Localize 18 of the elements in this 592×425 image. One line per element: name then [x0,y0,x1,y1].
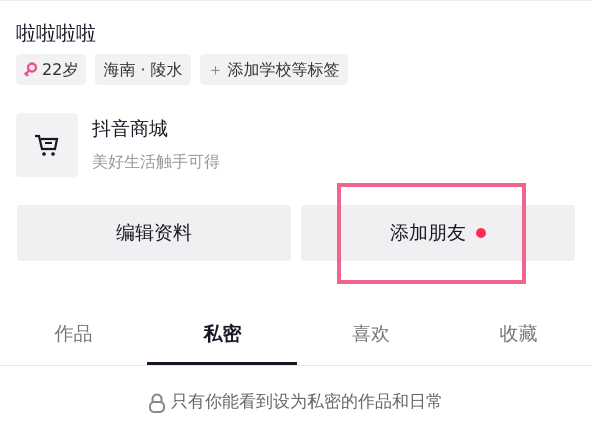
add-tag-button[interactable]: ＋ 添加学校等标签 [200,54,348,85]
cart-icon [16,113,78,177]
shop-title: 抖音商城 [92,117,169,141]
tag-label: 添加学校等标签 [228,58,340,80]
plus-icon: ＋ [208,58,224,82]
edit-profile-button[interactable]: 编辑资料 [17,205,291,261]
add-friend-button[interactable]: 添加朋友 [301,205,575,261]
tab[interactable]: 作品 [0,305,148,365]
tab[interactable]: 私密 [147,305,298,365]
tab[interactable]: 收藏 [444,305,592,365]
lock-icon [149,392,165,413]
female-icon [24,62,38,78]
tag-label: 海南 · 陵水 [103,58,183,80]
privacy-note: 只有你能看到设为私密的作品和日常 [171,391,443,414]
tag-label: 22岁 [42,58,78,80]
tab[interactable]: 喜欢 [297,305,445,365]
profile-name: 啦啦啦啦 [16,20,97,46]
shop-subtitle: 美好生活触手可得 [92,151,220,173]
